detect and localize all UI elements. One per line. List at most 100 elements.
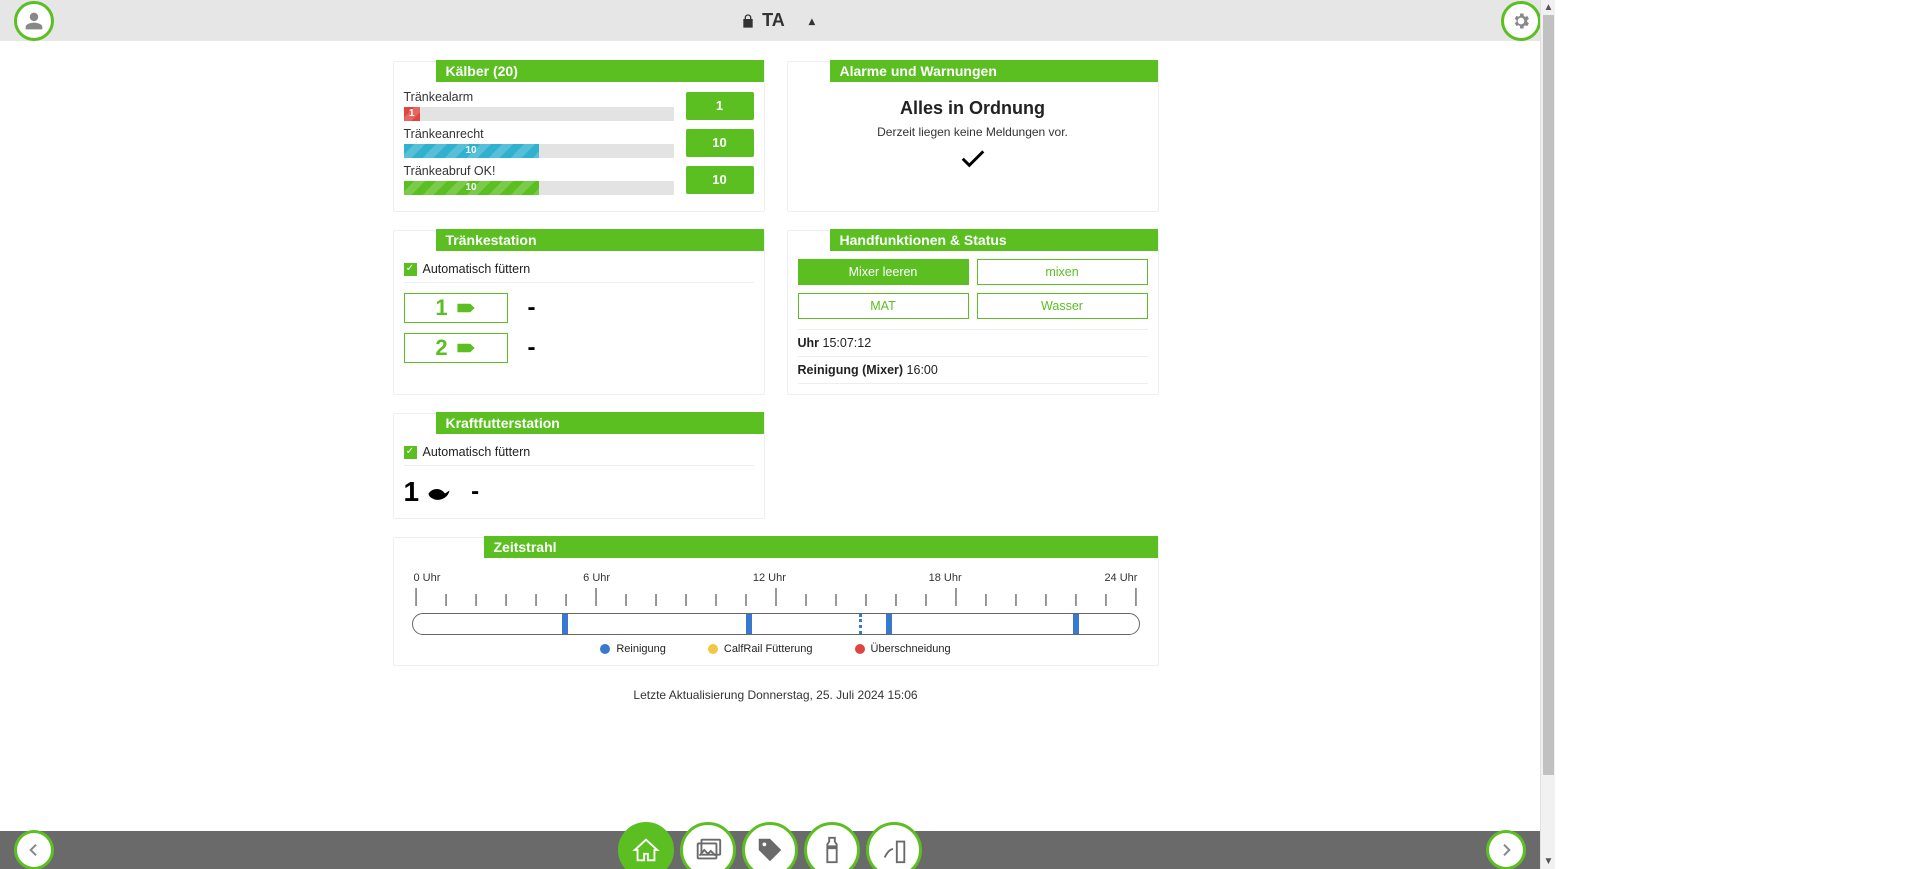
calves-panel: Kälber (20) Tränkealarm 1 1 Tränkeanrecht 10… <box>393 61 765 212</box>
progress-bar: 10 <box>404 181 674 195</box>
timeline-legend: Reinigung CalfRail Fütterung Überschneid… <box>412 643 1140 655</box>
top-bar: TA ▴ <box>0 0 1555 41</box>
scroll-up-icon[interactable]: ▲ <box>1541 0 1555 15</box>
feeder-button[interactable] <box>866 822 922 869</box>
title-text: TA <box>762 10 785 31</box>
timeline-event-reinigung <box>886 614 892 634</box>
kraft-auto-label: Automatisch füttern <box>423 445 531 459</box>
calves-row-label: Tränkealarm <box>404 90 674 104</box>
clean-line: Reinigung (Mixer) 16:00 <box>798 356 1148 384</box>
station-icon <box>456 300 476 316</box>
station-status: - <box>528 294 536 322</box>
home-icon <box>631 835 661 865</box>
mat-button[interactable]: MAT <box>798 293 969 319</box>
progress-fill: 1 <box>404 107 420 121</box>
calves-row-label: Tränkeabruf OK! <box>404 164 674 178</box>
calves-header: Kälber (20) <box>436 60 764 82</box>
kraft-station-status: - <box>471 478 479 506</box>
calves-row: Tränkeabruf OK! 10 10 <box>404 164 754 195</box>
last-update: Letzte Aktualisierung Donnerstag, 25. Ju… <box>393 684 1159 706</box>
timeline-bar <box>412 613 1140 635</box>
chevron-left-icon <box>26 842 42 858</box>
legend-dot-red <box>855 644 865 654</box>
hand-panel: Handfunktionen & Status Mixer leeren mix… <box>787 230 1159 395</box>
alarms-header: Alarme und Warnungen <box>830 60 1158 82</box>
clock-label: Uhr <box>798 336 820 350</box>
traenke-auto-label: Automatisch füttern <box>423 262 531 276</box>
mixen-button[interactable]: mixen <box>977 259 1148 285</box>
kraft-header: Kraftfutterstation <box>436 412 764 434</box>
timeline-event-reinigung <box>562 614 568 634</box>
timeline-event-planned <box>859 614 862 634</box>
kraft-station-number: 1 <box>404 476 420 508</box>
station-number: 2 <box>435 335 447 361</box>
traenke-station-row: 2- <box>404 333 754 363</box>
legend-dot-blue <box>600 644 610 654</box>
tick-label: 6 Uhr <box>583 572 610 584</box>
station-status: - <box>528 334 536 362</box>
gear-icon <box>1511 11 1531 31</box>
gallery-button[interactable] <box>680 822 736 869</box>
feed-icon <box>427 482 451 502</box>
timeline-event-reinigung <box>1073 614 1079 634</box>
checkbox-checked-icon <box>404 263 417 276</box>
kraft-panel: Kraftfutterstation Automatisch füttern 1… <box>393 413 765 519</box>
legend-overlap: Überschneidung <box>871 643 951 655</box>
timeline-ticks: 0 Uhr 6 Uhr 12 Uhr 18 Uhr 24 Uhr <box>412 572 1140 584</box>
station-chip[interactable]: 2 <box>404 333 508 363</box>
legend-dot-yellow <box>708 644 718 654</box>
scroll-down-icon[interactable]: ▼ <box>1541 854 1555 869</box>
clean-value: 16:00 <box>907 363 938 377</box>
prev-button[interactable] <box>14 830 54 869</box>
tag-icon <box>755 835 785 865</box>
chevron-right-icon <box>1498 842 1514 858</box>
next-button[interactable] <box>1486 830 1526 869</box>
tick-label: 12 Uhr <box>753 572 786 584</box>
alarms-sub: Derzeit liegen keine Meldungen vor. <box>798 125 1148 139</box>
alarms-headline: Alles in Ordnung <box>798 98 1148 119</box>
tick-label: 24 Uhr <box>1104 572 1137 584</box>
calves-count-button[interactable]: 1 <box>686 92 754 120</box>
feeder-icon <box>879 835 909 865</box>
station-icon <box>456 340 476 356</box>
kraft-auto-row[interactable]: Automatisch füttern <box>404 442 754 466</box>
traenke-auto-row[interactable]: Automatisch füttern <box>404 259 754 283</box>
settings-button[interactable] <box>1501 1 1541 41</box>
progress-fill: 10 <box>404 181 539 195</box>
calves-count-button[interactable]: 10 <box>686 166 754 194</box>
calves-count-button[interactable]: 10 <box>686 129 754 157</box>
bottle-icon <box>817 835 847 865</box>
kraft-station-row[interactable]: 1 - <box>404 476 754 508</box>
timeline-panel: Zeitstrahl 0 Uhr 6 Uhr 12 Uhr 18 Uhr 24 … <box>393 537 1159 666</box>
timeline-header: Zeitstrahl <box>484 536 1158 558</box>
traenke-header: Tränkestation <box>436 229 764 251</box>
clock-line: Uhr 15:07:12 <box>798 329 1148 356</box>
gallery-icon <box>693 835 723 865</box>
home-button[interactable] <box>618 822 674 869</box>
scroll-thumb[interactable] <box>1543 15 1554 775</box>
tag-button[interactable] <box>742 822 798 869</box>
wasser-button[interactable]: Wasser <box>977 293 1148 319</box>
progress-fill: 10 <box>404 144 539 158</box>
timeline-event-reinigung <box>746 614 752 634</box>
legend-reinigung: Reinigung <box>616 643 666 655</box>
hand-header: Handfunktionen & Status <box>830 229 1158 251</box>
clean-label: Reinigung (Mixer) <box>798 363 904 377</box>
scrollbar[interactable]: ▲ ▼ <box>1540 0 1555 869</box>
timeline-ruler <box>412 586 1140 608</box>
traenke-station-row: 1- <box>404 293 754 323</box>
mixer-leeren-button[interactable]: Mixer leeren <box>798 259 969 285</box>
station-number: 1 <box>435 295 447 321</box>
clock-value: 15:07:12 <box>823 336 872 350</box>
user-button[interactable] <box>14 1 54 41</box>
calves-row: Tränkeanrecht 10 10 <box>404 127 754 158</box>
station-chip[interactable]: 1 <box>404 293 508 323</box>
bottle-button[interactable] <box>804 822 860 869</box>
progress-bar: 10 <box>404 144 674 158</box>
page-title[interactable]: TA ▴ <box>740 10 815 31</box>
tick-label: 18 Uhr <box>929 572 962 584</box>
user-icon <box>24 11 44 31</box>
calves-row-label: Tränkeanrecht <box>404 127 674 141</box>
traenke-panel: Tränkestation Automatisch füttern 1-2- <box>393 230 765 395</box>
tick-label: 0 Uhr <box>414 572 441 584</box>
